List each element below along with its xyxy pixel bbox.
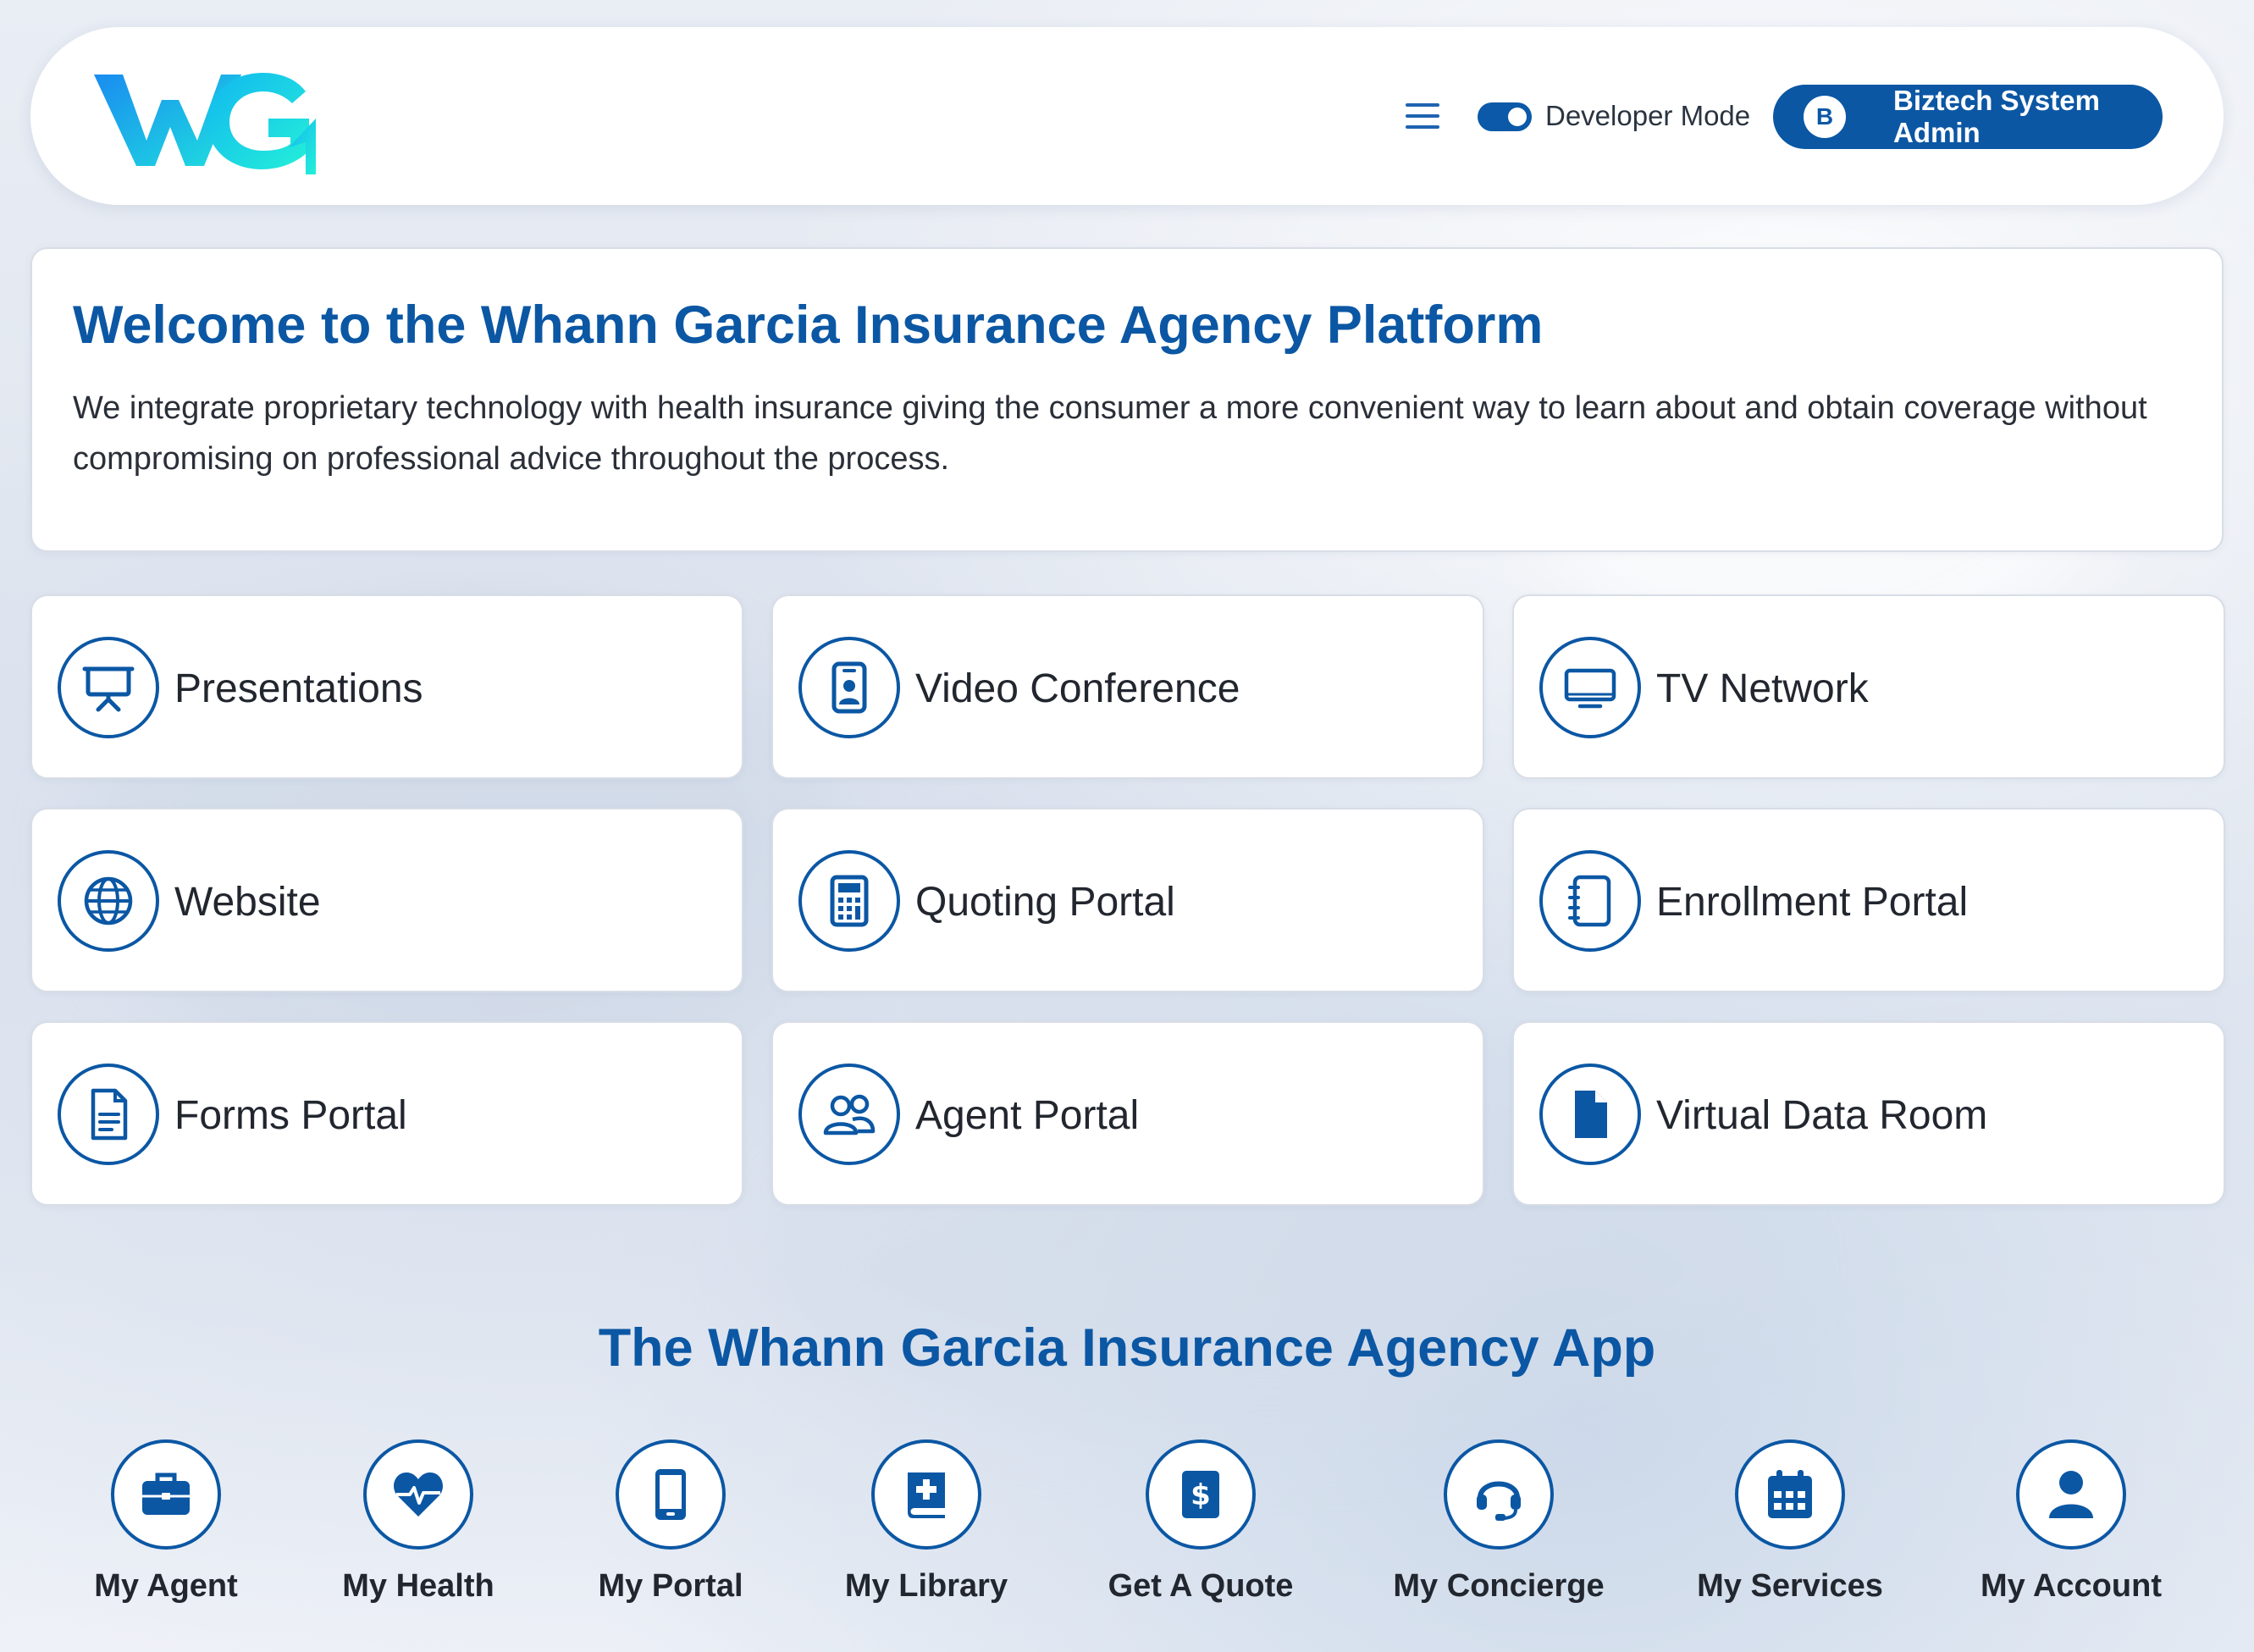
globe-icon bbox=[58, 850, 159, 952]
heartbeat-icon bbox=[363, 1439, 473, 1550]
notebook-icon bbox=[1539, 850, 1641, 952]
app-my-library[interactable]: My Library bbox=[799, 1439, 1053, 1626]
app-get-a-quote[interactable]: $ Get A Quote bbox=[1074, 1439, 1328, 1626]
welcome-title: Welcome to the Whann Garcia Insurance Ag… bbox=[73, 296, 1544, 355]
tile-forms-portal[interactable]: Forms Portal bbox=[30, 1021, 743, 1206]
tile-label: Agent Portal bbox=[915, 1092, 1140, 1138]
calendar-icon bbox=[1735, 1439, 1845, 1550]
briefcase-icon bbox=[111, 1439, 221, 1550]
tile-label: TV Network bbox=[1656, 666, 1869, 711]
welcome-description: We integrate proprietary technology with… bbox=[73, 390, 2147, 477]
tile-enrollment-portal[interactable]: Enrollment Portal bbox=[1512, 808, 2225, 992]
tile-agent-portal[interactable]: Agent Portal bbox=[771, 1021, 1484, 1206]
app-section-title: The Whann Garcia Insurance Agency App bbox=[598, 1318, 1656, 1378]
presentation-icon bbox=[58, 637, 159, 738]
file-icon bbox=[1539, 1064, 1641, 1165]
video-conference-icon bbox=[798, 637, 900, 738]
welcome-card: Welcome to the Whann Garcia Insurance Ag… bbox=[30, 247, 2224, 552]
tile-presentations[interactable]: Presentations bbox=[30, 594, 743, 779]
tile-label: Quoting Portal bbox=[915, 879, 1175, 925]
app-my-services[interactable]: My Services bbox=[1663, 1439, 1917, 1626]
tile-label: Forms Portal bbox=[174, 1092, 407, 1138]
developer-mode-label: Developer Mode bbox=[1545, 100, 1751, 131]
tile-label: Virtual Data Room bbox=[1656, 1092, 1988, 1138]
tile-label: Presentations bbox=[174, 666, 423, 711]
tile-label: Enrollment Portal bbox=[1656, 879, 1969, 925]
people-icon bbox=[798, 1064, 900, 1165]
tile-label: Website bbox=[174, 879, 321, 925]
dollar-icon: $ bbox=[1146, 1439, 1256, 1550]
app-item-label: My Agent bbox=[94, 1568, 238, 1604]
wg-logo[interactable] bbox=[94, 66, 340, 176]
app-my-health[interactable]: My Health bbox=[291, 1439, 545, 1626]
tile-website[interactable]: Website bbox=[30, 808, 743, 992]
app-my-concierge[interactable]: My Concierge bbox=[1372, 1439, 1626, 1626]
avatar: B bbox=[1804, 96, 1846, 138]
tv-icon bbox=[1539, 637, 1641, 738]
app-item-label: My Portal bbox=[598, 1568, 743, 1604]
tile-virtual-data-room[interactable]: Virtual Data Room bbox=[1512, 1021, 2225, 1206]
svg-text:$: $ bbox=[1191, 1478, 1211, 1512]
app-my-portal[interactable]: My Portal bbox=[544, 1439, 798, 1626]
mobile-icon bbox=[616, 1439, 726, 1550]
calculator-icon bbox=[798, 850, 900, 952]
top-header: Developer Mode B Biztech System Admin bbox=[30, 27, 2224, 205]
document-icon bbox=[58, 1064, 159, 1165]
hamburger-menu-icon[interactable] bbox=[1402, 97, 1443, 135]
app-item-label: My Account bbox=[1981, 1568, 2162, 1604]
headset-icon bbox=[1444, 1439, 1554, 1550]
user-icon bbox=[2016, 1439, 2126, 1550]
book-icon bbox=[871, 1439, 981, 1550]
developer-mode-toggle[interactable] bbox=[1478, 102, 1532, 131]
tile-label: Video Conference bbox=[915, 666, 1240, 711]
app-item-label: My Library bbox=[844, 1568, 1008, 1604]
app-item-label: My Services bbox=[1697, 1568, 1883, 1604]
user-account-button[interactable]: B Biztech System Admin bbox=[1773, 85, 2163, 149]
tile-tv-network[interactable]: TV Network bbox=[1512, 594, 2225, 779]
tile-quoting-portal[interactable]: Quoting Portal bbox=[771, 808, 1484, 992]
app-item-label: My Concierge bbox=[1393, 1568, 1605, 1604]
app-item-label: My Health bbox=[342, 1568, 494, 1604]
app-my-account[interactable]: My Account bbox=[1944, 1439, 2198, 1626]
tile-video-conference[interactable]: Video Conference bbox=[771, 594, 1484, 779]
user-name: Biztech System Admin bbox=[1893, 85, 2100, 148]
app-my-agent[interactable]: My Agent bbox=[39, 1439, 293, 1626]
app-item-label: Get A Quote bbox=[1108, 1568, 1294, 1604]
